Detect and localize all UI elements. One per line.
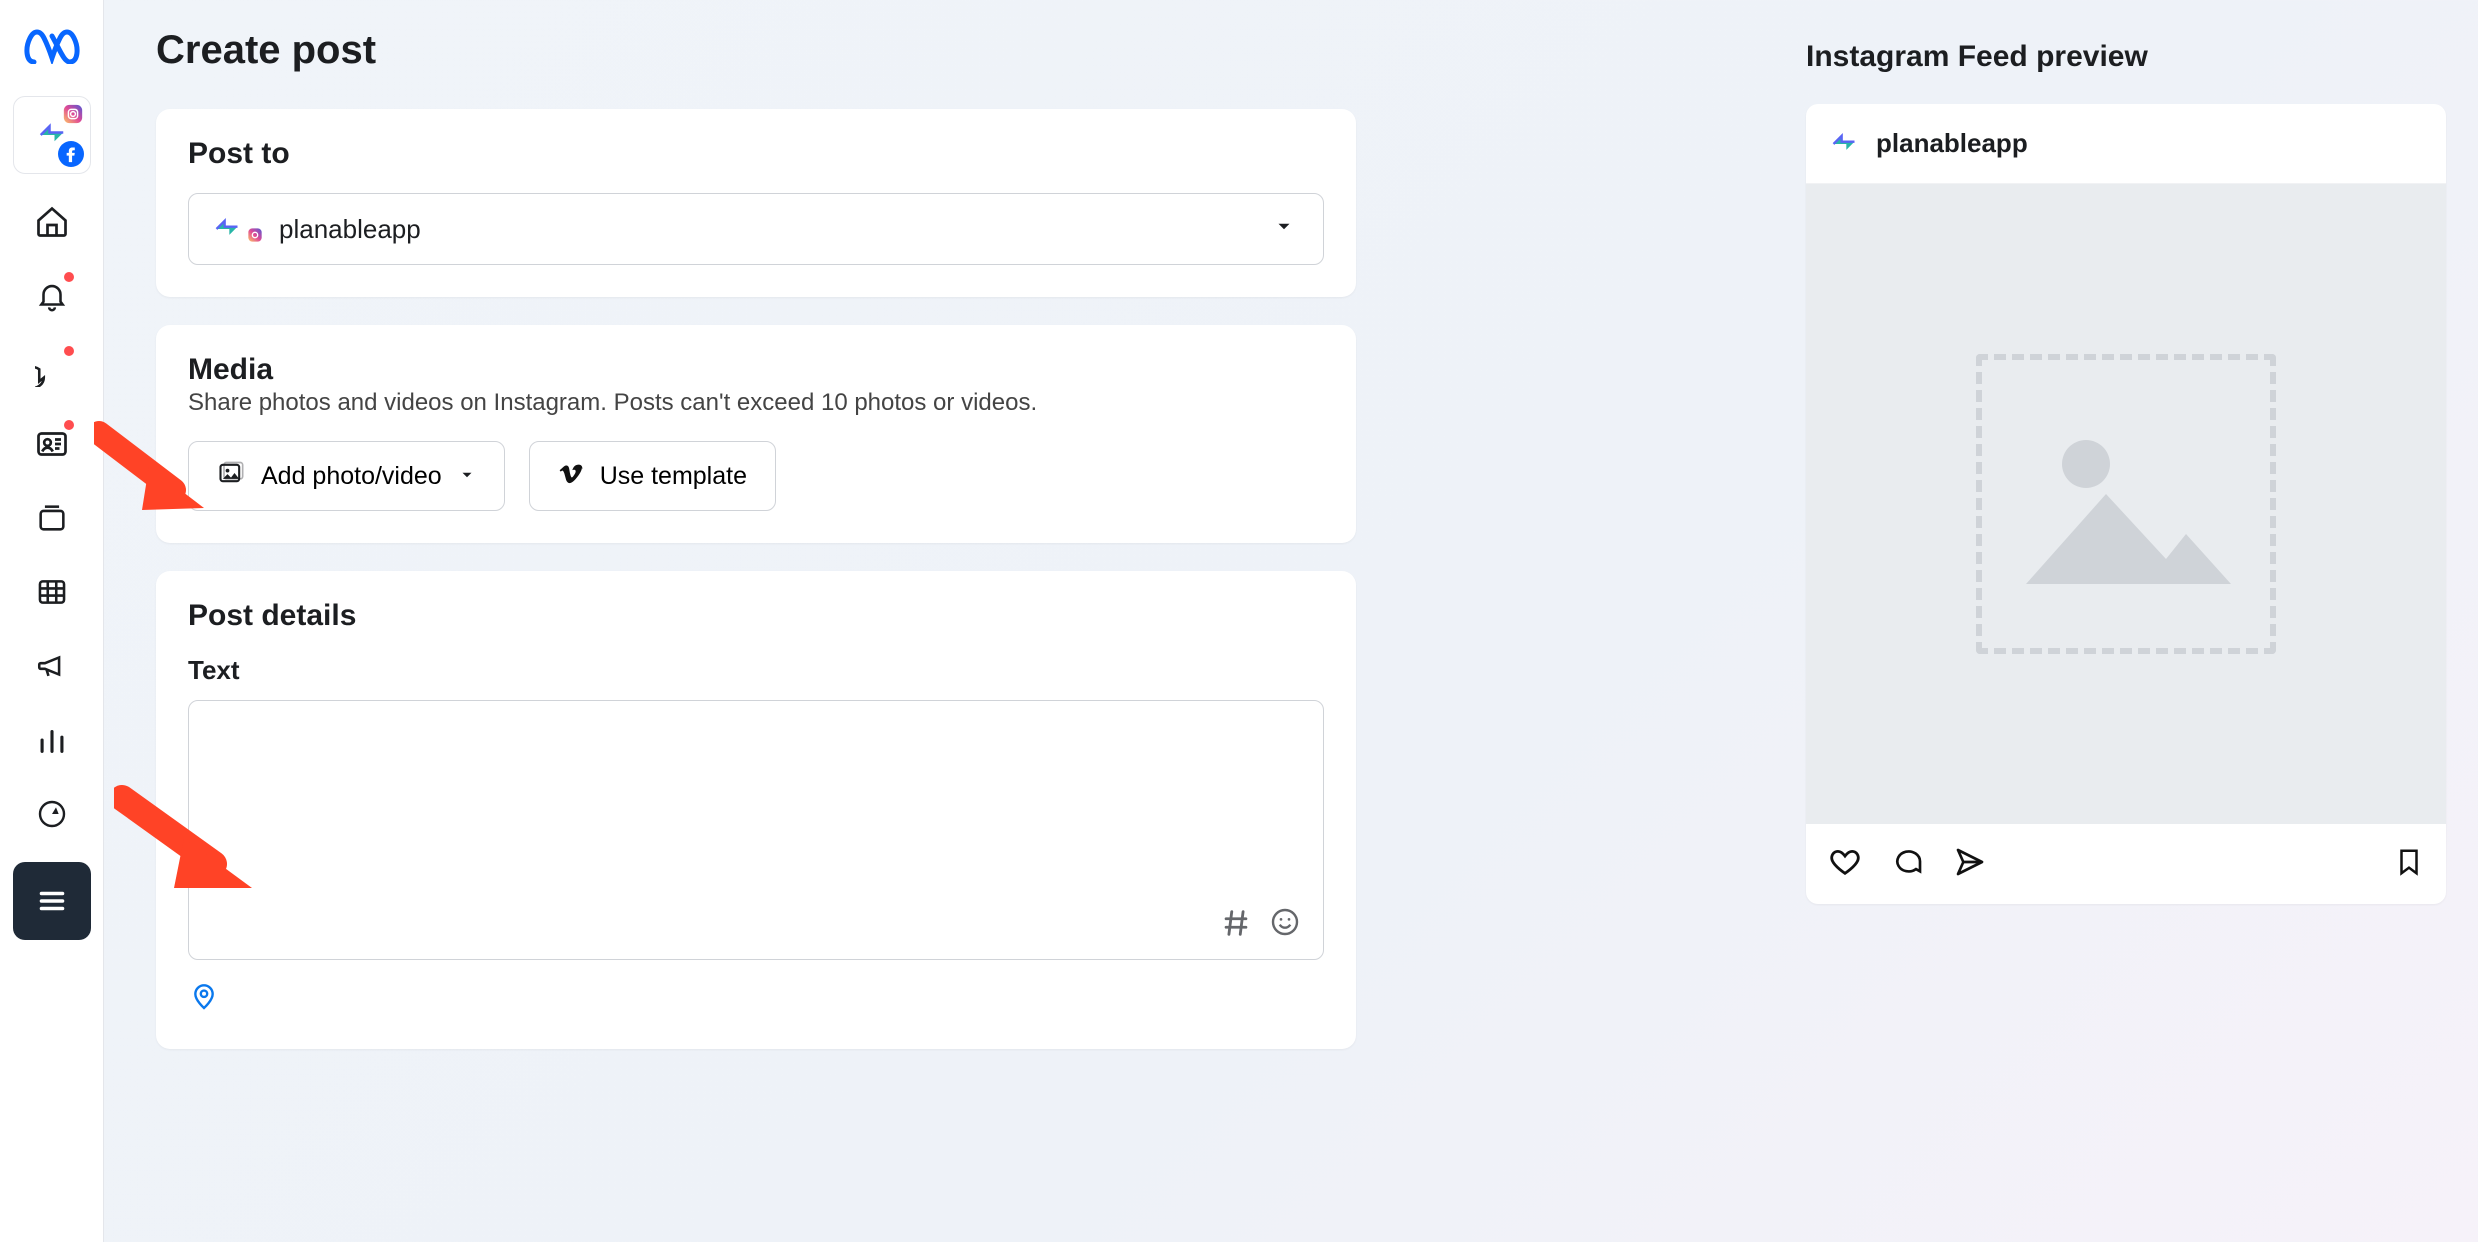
post-details-card: Post details Text — [156, 571, 1356, 1049]
preview-action-bar — [1806, 824, 2446, 904]
heart-icon[interactable] — [1828, 845, 1862, 884]
media-card: Media Share photos and videos on Instagr… — [156, 325, 1356, 543]
media-title: Media — [188, 353, 1324, 387]
preview-image-placeholder — [1806, 184, 2446, 824]
photo-icon — [217, 459, 245, 494]
nav-menu[interactable] — [13, 862, 91, 940]
location-button[interactable] — [188, 999, 220, 1016]
add-photo-video-button[interactable]: Add photo/video — [188, 441, 505, 511]
instagram-platform-icon — [247, 219, 263, 250]
nav-calendar[interactable] — [26, 566, 78, 618]
chevron-down-icon — [1273, 214, 1295, 245]
nav-messages[interactable] — [26, 344, 78, 396]
post-to-select[interactable]: planableapp — [188, 193, 1324, 265]
add-photo-video-label: Add photo/video — [261, 462, 442, 491]
hashtag-button[interactable] — [1219, 906, 1253, 945]
main-content: Create post Post to planableapp Media Sh… — [104, 0, 2478, 1242]
comment-icon[interactable] — [1892, 846, 1924, 883]
use-template-label: Use template — [600, 462, 747, 491]
planable-app-icon — [213, 215, 241, 243]
preview-card: planableapp — [1806, 104, 2446, 904]
bookmark-icon[interactable] — [2394, 847, 2424, 882]
use-template-button[interactable]: Use template — [529, 441, 776, 511]
post-text-wrapper — [188, 700, 1324, 960]
meta-logo — [24, 18, 80, 74]
send-icon[interactable] — [1954, 846, 1986, 883]
preview-account-name: planableapp — [1876, 128, 2028, 159]
nav-insights[interactable] — [26, 714, 78, 766]
nav-contacts[interactable] — [26, 418, 78, 470]
post-to-title: Post to — [188, 137, 1324, 171]
text-label: Text — [188, 655, 1324, 686]
post-to-account-name: planableapp — [279, 214, 421, 245]
nav-announcements[interactable] — [26, 640, 78, 692]
nav-content[interactable] — [26, 492, 78, 544]
sidebar — [0, 0, 104, 1242]
post-to-card: Post to planableapp — [156, 109, 1356, 297]
page-title: Create post — [156, 28, 1386, 73]
nav-planner[interactable] — [26, 788, 78, 840]
emoji-button[interactable] — [1269, 906, 1301, 945]
account-switcher[interactable] — [13, 96, 91, 174]
preview-header: planableapp — [1806, 104, 2446, 184]
post-details-title: Post details — [188, 599, 1324, 633]
nav-notifications[interactable] — [26, 270, 78, 322]
vimeo-icon — [558, 460, 584, 493]
nav-home[interactable] — [26, 196, 78, 248]
post-text-input[interactable] — [189, 701, 1323, 959]
chevron-down-icon — [458, 462, 476, 491]
preview-title: Instagram Feed preview — [1806, 40, 2446, 74]
planable-app-icon — [1830, 130, 1858, 158]
media-subtitle: Share photos and videos on Instagram. Po… — [188, 389, 1324, 417]
